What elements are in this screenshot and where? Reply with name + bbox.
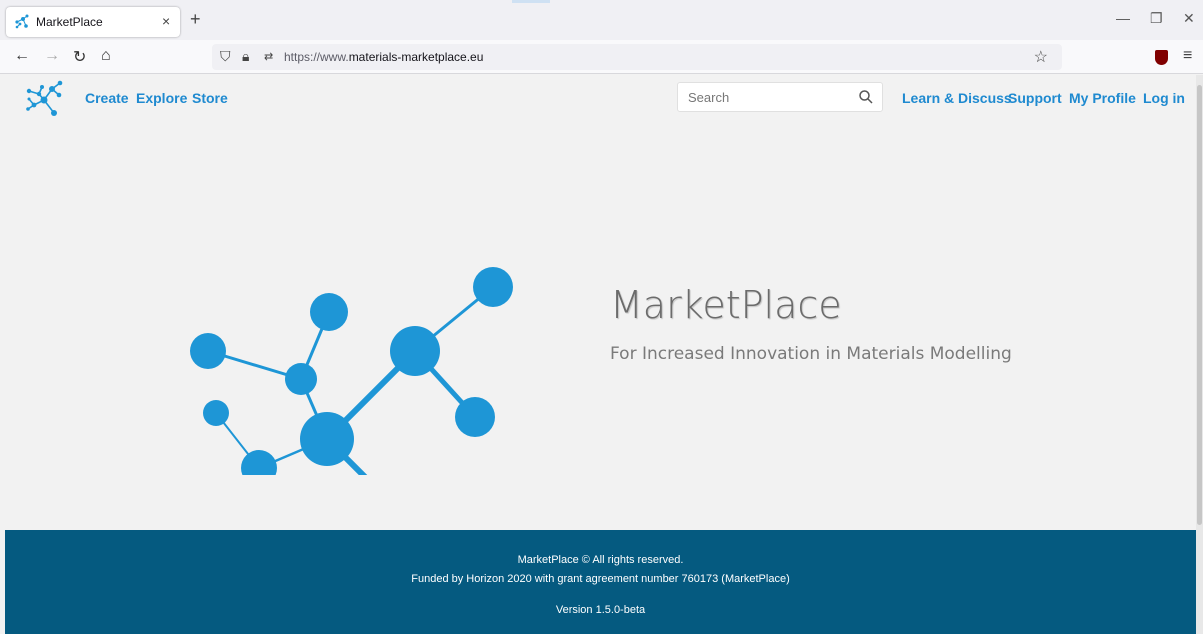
- tab-strip-accent: [512, 0, 550, 3]
- hero-subtitle: For Increased Innovation in Materials Mo…: [610, 344, 1012, 364]
- search-icon[interactable]: [858, 89, 874, 105]
- scrollbar-thumb[interactable]: [1197, 85, 1202, 525]
- nav-support-link[interactable]: Support: [1008, 90, 1062, 106]
- browser-window: MarketPlace × + — ❐ ✕ ← → ↻ ⌂ ⛉ 🔒︎ ⇄ htt…: [0, 0, 1203, 634]
- home-icon[interactable]: ⌂: [101, 47, 111, 65]
- reload-icon[interactable]: ↻: [73, 47, 86, 67]
- footer-version: Version 1.5.0-beta: [555, 604, 646, 616]
- minimize-icon[interactable]: —: [1116, 10, 1130, 26]
- url-text[interactable]: https://www.materials-marketplace.eu: [284, 50, 483, 64]
- site-header: Create Explore Store Learn & Discuss Sup…: [5, 75, 1196, 121]
- tab-strip: MarketPlace × + — ❐ ✕: [0, 0, 1203, 40]
- footer-funding: Funded by Horizon 2020 with grant agreem…: [411, 573, 790, 585]
- marketplace-logo-icon[interactable]: [23, 78, 69, 118]
- web-page: Create Explore Store Learn & Discuss Sup…: [5, 75, 1196, 634]
- marketplace-favicon-icon: [15, 14, 29, 29]
- close-window-icon[interactable]: ✕: [1183, 10, 1195, 27]
- nav-create-link[interactable]: Create: [85, 90, 129, 106]
- nav-explore-link[interactable]: Explore: [136, 90, 187, 106]
- new-tab-button[interactable]: +: [190, 9, 201, 30]
- nav-learn-discuss-link[interactable]: Learn & Discuss: [902, 90, 1012, 106]
- nav-store-link[interactable]: Store: [192, 90, 228, 106]
- tab-close-icon[interactable]: ×: [162, 13, 170, 29]
- search-input[interactable]: [678, 83, 848, 111]
- page-scrollbar[interactable]: [1196, 75, 1203, 634]
- ublock-extension-icon[interactable]: [1155, 50, 1168, 65]
- permissions-icon[interactable]: ⇄: [264, 50, 273, 63]
- back-arrow-icon[interactable]: ←: [14, 47, 30, 65]
- tab-title: MarketPlace: [36, 15, 103, 29]
- browser-tab[interactable]: MarketPlace ×: [6, 7, 180, 37]
- forward-arrow-icon[interactable]: →: [44, 47, 60, 65]
- shield-icon[interactable]: ⛉: [220, 48, 231, 65]
- hero-title: MarketPlace: [610, 283, 842, 327]
- nav-login-link[interactable]: Log in: [1143, 90, 1185, 106]
- hamburger-menu-icon[interactable]: ≡: [1183, 47, 1192, 65]
- lock-icon[interactable]: 🔒︎: [242, 48, 249, 65]
- url-domain: materials-marketplace.eu: [348, 50, 484, 64]
- nav-my-profile-link[interactable]: My Profile: [1069, 90, 1136, 106]
- restore-icon[interactable]: ❐: [1150, 10, 1163, 27]
- site-footer: MarketPlace © All rights reserved. Funde…: [5, 530, 1196, 634]
- browser-toolbar: ← → ↻ ⌂ ⛉ 🔒︎ ⇄ https://www.materials-mar…: [0, 40, 1203, 74]
- address-bar[interactable]: ⛉ 🔒︎ ⇄ https://www.materials-marketplace…: [212, 44, 1062, 70]
- bookmark-star-icon[interactable]: ☆: [1034, 47, 1048, 67]
- molecule-network-illustration: [190, 267, 513, 475]
- search-box: [677, 82, 883, 112]
- footer-copyright: MarketPlace © All rights reserved.: [517, 554, 684, 566]
